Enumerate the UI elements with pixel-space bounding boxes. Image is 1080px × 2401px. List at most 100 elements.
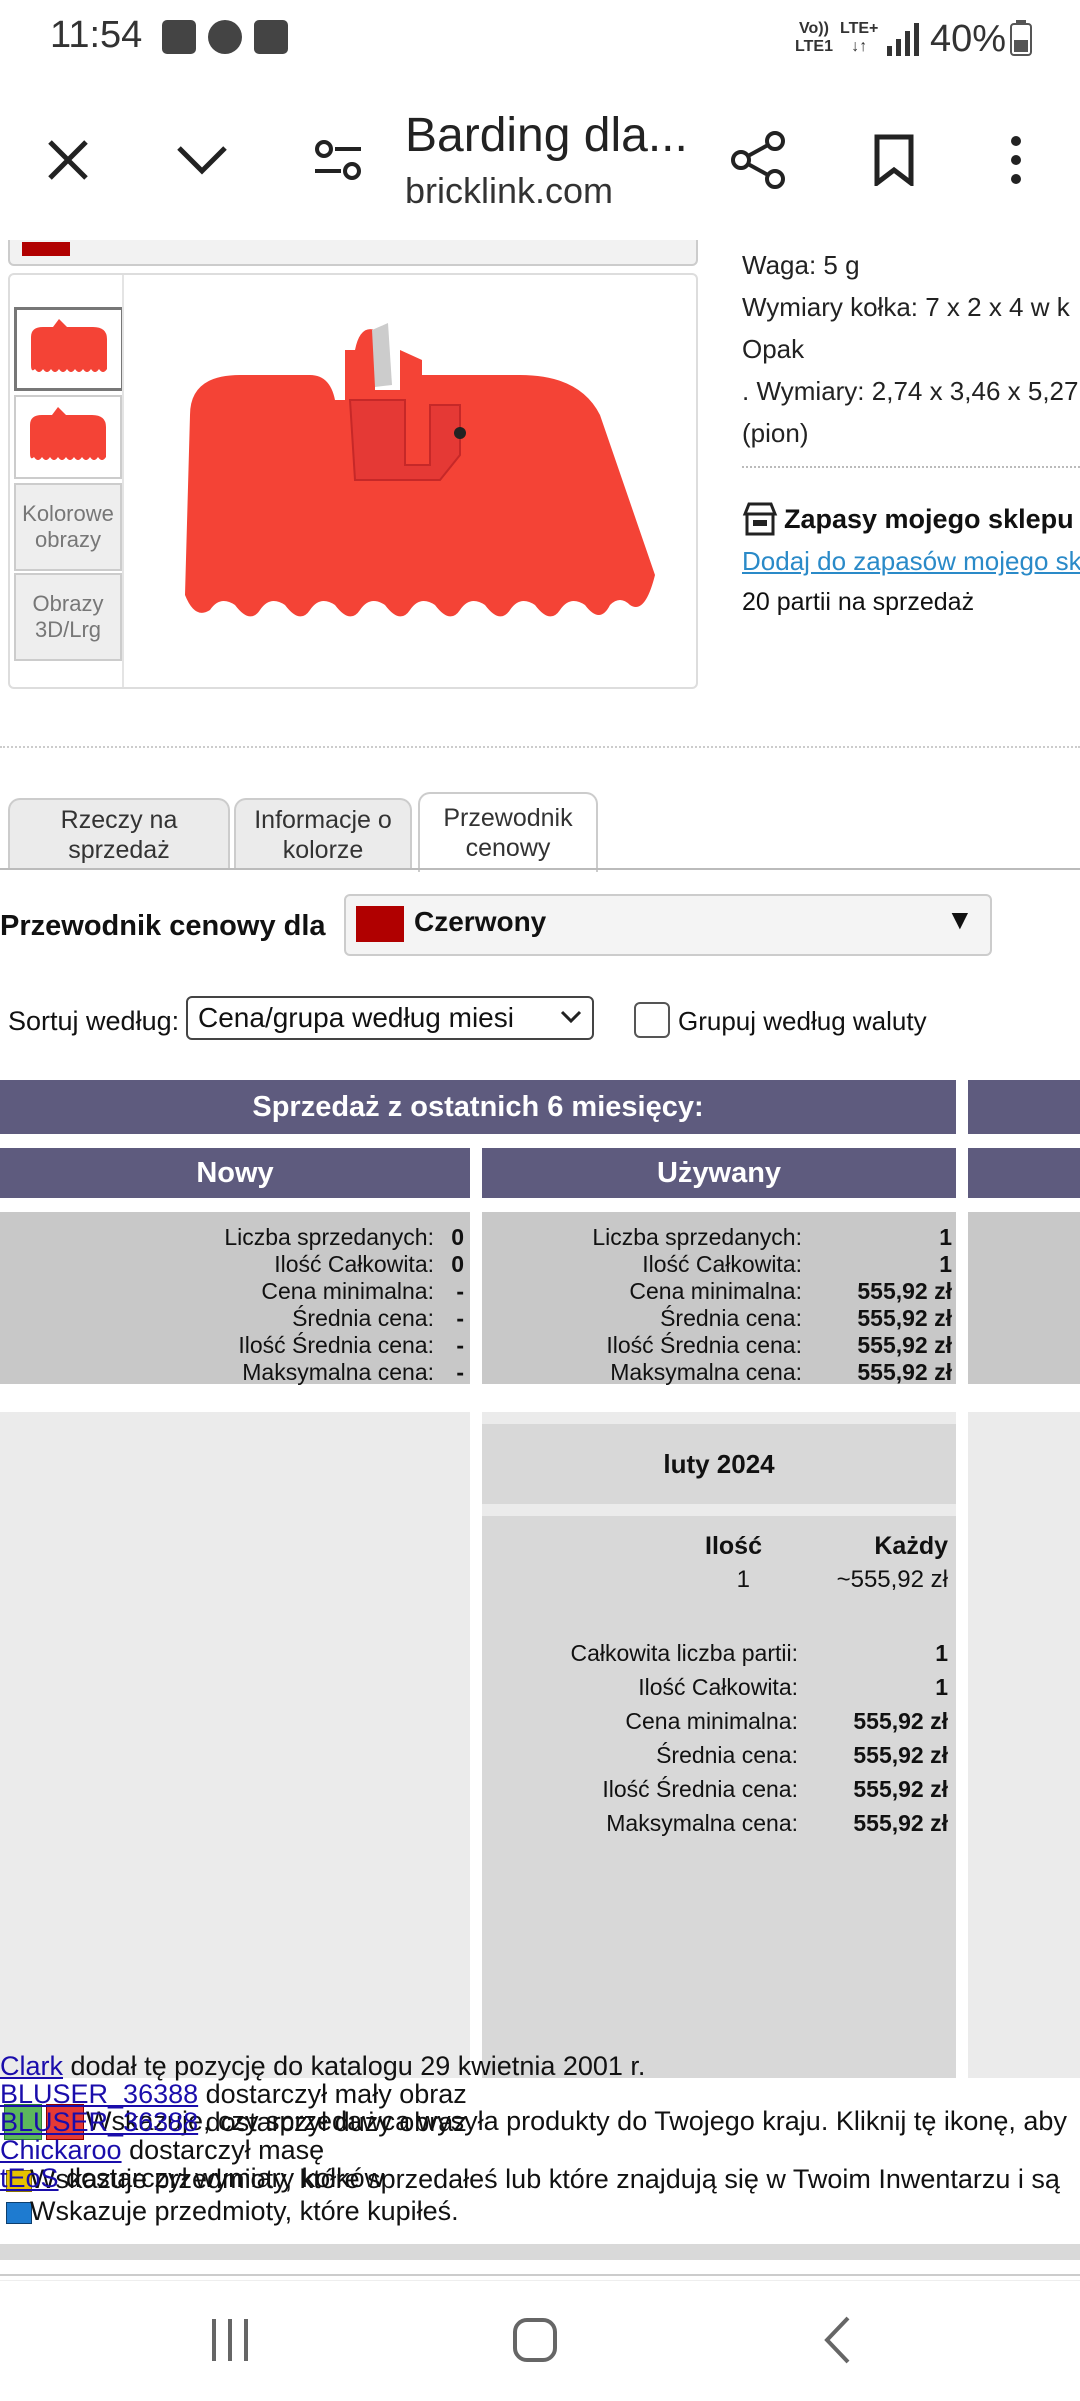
- section-divider: [0, 746, 1080, 748]
- store-icon: [742, 502, 778, 536]
- site-settings-button[interactable]: [298, 120, 378, 200]
- qty-header: Ilość: [705, 1532, 762, 1560]
- group-currency-checkbox[interactable]: [634, 1002, 670, 1038]
- stat-row: Cena minimalna: 555,92 zł: [629, 1278, 952, 1304]
- battery-icon: [1010, 20, 1032, 56]
- sort-label: Sortuj według:: [8, 1006, 180, 1036]
- user-link[interactable]: BLUSER_36388: [0, 2079, 198, 2109]
- page-title: Barding dla...: [405, 109, 688, 162]
- monthly-cut: [968, 1412, 1080, 2078]
- part-thumbnail: [30, 407, 106, 460]
- thumbnail-small-image[interactable]: [14, 307, 124, 391]
- credit-line: tEoS dostarczył wymiary kołków: [0, 2163, 385, 2193]
- user-link[interactable]: Chickaroo: [0, 2135, 122, 2165]
- tab-color-info[interactable]: Informacje o kolorze: [234, 798, 412, 870]
- bookmark-button[interactable]: [854, 120, 934, 200]
- back-button[interactable]: [822, 2315, 852, 2365]
- dropdown-arrow-icon: ▼: [946, 904, 974, 935]
- recents-button[interactable]: [208, 2317, 252, 2363]
- user-link[interactable]: tEoS: [0, 2163, 59, 2193]
- stat-row: Maksymalna cena: -: [242, 1359, 464, 1385]
- pack-text: Opak: [742, 334, 805, 364]
- status-bar: 11:54 Vo)) LTE1 LTE+ ↓↑ 40%: [0, 0, 1080, 80]
- tab-items-for-sale[interactable]: Rzeczy na sprzedaż: [8, 798, 230, 870]
- 3d-images-button[interactable]: Obrazy 3D/Lrg: [14, 573, 122, 661]
- credit-line: Chickaroo dostarczył masę: [0, 2135, 325, 2165]
- credit-line: BLUSER_36388 dostarczył duży obraz: [0, 2107, 467, 2137]
- chevron-down-icon: [560, 1010, 582, 1024]
- credit-line: Clark dodał tę pozycję do katalogu 29 kw…: [0, 2051, 646, 2081]
- stat-row: Średnia cena: 555,92 zł: [660, 1305, 952, 1331]
- stats-cut: [968, 1212, 1080, 1384]
- thumbnail-large-image[interactable]: [14, 395, 122, 479]
- clock: 11:54: [50, 14, 143, 56]
- sales-6-months-header: Sprzedaż z ostatnich 6 miesięcy:: [0, 1080, 956, 1134]
- new-stats-box: Liczba sprzedanych: 0 Ilość Całkowita: 0 C…: [0, 1212, 470, 1385]
- system-nav-bar: [0, 2280, 1080, 2401]
- stat-row: Liczba sprzedanych: 1: [592, 1224, 952, 1250]
- used-stats-box: Liczba sprzedanych: 1 Ilość Całkowita: 1 C…: [482, 1212, 956, 1385]
- stat-row: Całkowita liczba partii: 1: [570, 1640, 948, 1666]
- stat-row: Ilość Średnia cena: 555,92 zł: [606, 1332, 952, 1358]
- color-select-partial[interactable]: [8, 240, 698, 266]
- close-button[interactable]: [28, 120, 108, 200]
- weight-text: Waga: 5 g: [742, 250, 860, 280]
- month-stats: Całkowita liczba partii: 1 Ilość Całkowit…: [482, 1636, 948, 1840]
- minimize-button[interactable]: [162, 120, 242, 200]
- more-options-button[interactable]: [976, 120, 1056, 200]
- group-currency-label: Grupuj według waluty: [678, 1006, 927, 1036]
- page-domain: bricklink.com: [405, 170, 614, 211]
- store-title: Zapasy mojego sklepu: [784, 504, 1074, 534]
- used-monthly-panel: luty 2024 Ilość Każdy 1 ~555,92 zł Całko…: [482, 1412, 956, 2078]
- share-button[interactable]: [718, 120, 798, 200]
- color-select[interactable]: Czerwony ▼: [344, 894, 992, 956]
- battery-percent: 40%: [930, 18, 1007, 60]
- part-thumbnail: [31, 319, 107, 372]
- tab-baseline: [0, 868, 1080, 870]
- color-images-button[interactable]: Kolorowe obrazy: [14, 483, 122, 571]
- sort-value: Cena/grupa według miesi: [198, 1002, 514, 1033]
- credits-divider: [0, 2274, 1080, 2276]
- stud-dimensions-text: Wymiary kołka: 7 x 2 x 4 w k: [742, 292, 1070, 322]
- new-monthly-empty: [0, 1412, 470, 2078]
- tab-price-guide[interactable]: Przewodnik cenowy: [418, 792, 598, 872]
- volte-indicator: Vo)) LTE1: [795, 20, 833, 55]
- stat-row: Ilość Całkowita: 0: [274, 1251, 464, 1277]
- orientation-text: (pion): [742, 418, 809, 448]
- custom-tab-toolbar: Barding dla... bricklink.com: [0, 80, 1080, 241]
- credits-list: Clark dodał tę pozycję do katalogu 29 kw…: [0, 2052, 1080, 2192]
- spec-divider: [742, 466, 1080, 468]
- user-link[interactable]: Clark: [0, 2051, 63, 2081]
- month-header: luty 2024: [482, 1424, 956, 1504]
- share-icon: [731, 131, 785, 189]
- new-header: Nowy: [0, 1148, 470, 1198]
- month-detail-box: Ilość Każdy 1 ~555,92 zł Całkowita liczb…: [482, 1516, 956, 2078]
- stat-row: Ilość Średnia cena: -: [238, 1332, 464, 1358]
- stat-row: Średnia cena: 555,92 zł: [656, 1742, 948, 1768]
- close-icon: [48, 140, 88, 180]
- color-swatch: [356, 906, 404, 942]
- color-swatch: [22, 242, 70, 256]
- selected-color: Czerwony: [414, 906, 547, 937]
- home-button[interactable]: [512, 2317, 558, 2363]
- sort-select[interactable]: Cena/grupa według miesi: [186, 996, 594, 1040]
- stat-row: Ilość Średnia cena: 555,92 zł: [602, 1776, 948, 1802]
- user-link[interactable]: BLUSER_36388: [0, 2107, 198, 2137]
- stat-row: Liczba sprzedanych: 0: [224, 1224, 464, 1250]
- chat-notification-icon: [208, 20, 242, 54]
- stat-row: Cena minimalna: -: [261, 1278, 464, 1304]
- stat-row: Średnia cena: -: [292, 1305, 464, 1331]
- chevron-down-icon: [177, 146, 227, 175]
- image-gallery: Kolorowe obrazy Obrazy 3D/Lrg: [8, 273, 698, 689]
- bought-note: Wskazuje przedmioty, które kupiłeś.: [30, 2196, 459, 2226]
- main-part-image[interactable]: [160, 305, 680, 665]
- header-cut: [968, 1148, 1080, 1198]
- gallery-divider: [122, 275, 124, 687]
- lte-indicator: LTE+ ↓↑: [840, 20, 879, 55]
- stat-row: Ilość Całkowita: 1: [642, 1251, 952, 1277]
- add-to-store-link[interactable]: Dodaj do zapasów mojego skle: [742, 546, 1080, 577]
- each-header: Każdy: [874, 1532, 948, 1560]
- stat-row: Maksymalna cena: 555,92 zł: [606, 1810, 948, 1836]
- stat-row: Ilość Całkowita: 1: [638, 1674, 948, 1700]
- qty-value: 1: [736, 1566, 750, 1593]
